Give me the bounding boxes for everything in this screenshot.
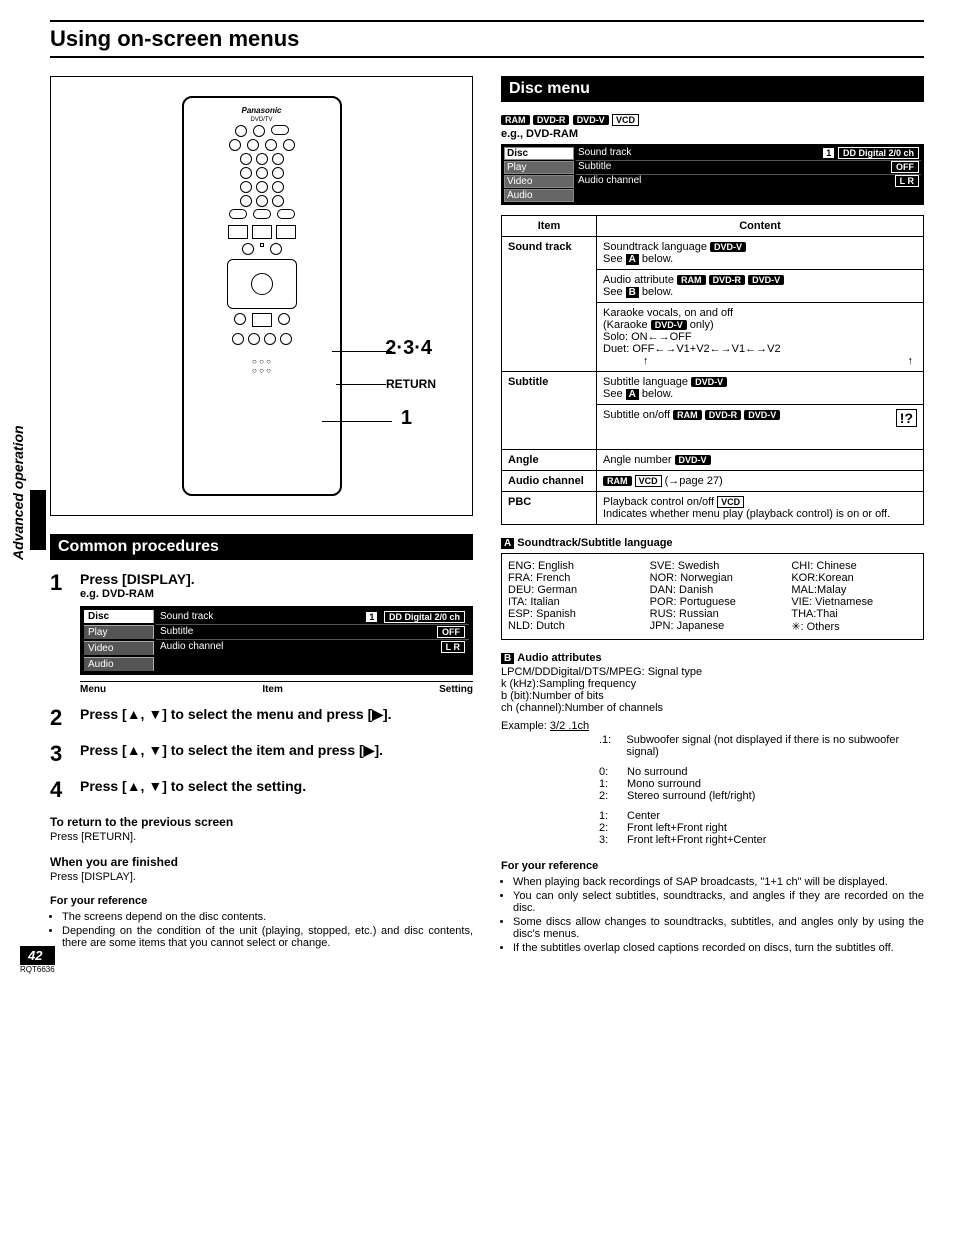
- callout-return: RETURN: [386, 377, 436, 391]
- finish-body: Press [DISPLAY].: [50, 871, 473, 883]
- page-title: Using on-screen menus: [50, 20, 924, 52]
- callout-234: 2·3·4: [385, 337, 432, 360]
- attr-head: B Audio attributes: [501, 652, 924, 664]
- question-icon: !?: [896, 409, 917, 427]
- return-body: Press [RETURN].: [50, 831, 473, 843]
- callout-1: 1: [401, 407, 412, 430]
- step-2-text: Press [▲, ▼] to select the menu and pres…: [80, 705, 392, 723]
- page-number: 42: [20, 946, 55, 965]
- disc-menu-heading: Disc menu: [501, 76, 924, 102]
- disc-content-table: ItemContent Sound track Soundtrack langu…: [501, 215, 924, 525]
- step-3-num: 3: [50, 741, 70, 767]
- step-1-num: 1: [50, 570, 70, 596]
- step-1-sub: e.g. DVD-RAM: [80, 588, 473, 600]
- ref-head-right: For your reference: [501, 860, 924, 872]
- step-4-num: 4: [50, 777, 70, 803]
- attr-list: LPCM/DDDigital/DTS/MPEG: Signal type k (…: [501, 666, 924, 714]
- example-block: Example: 3/2 .1ch .1:Subwoofer signal (n…: [501, 720, 924, 846]
- page-number-box: 42 RQT6636: [20, 946, 55, 974]
- ref-list-right: When playing back recordings of SAP broa…: [501, 876, 924, 954]
- step-1-text: Press [DISPLAY].: [80, 570, 473, 588]
- ref-list-left: The screens depend on the disc contents.…: [50, 911, 473, 949]
- common-procedures-heading: Common procedures: [50, 534, 473, 560]
- step-2-num: 2: [50, 705, 70, 731]
- lang-head: A Soundtrack/Subtitle language: [501, 537, 924, 549]
- rqt-code: RQT6636: [20, 965, 55, 974]
- osd-menu-preview: Disc Sound track 1 DD Digital 2/0 ch Sub…: [80, 606, 473, 675]
- disc-badges: RAM DVD-R DVD-V VCD: [501, 112, 924, 126]
- finish-head: When you are finished: [50, 855, 473, 869]
- disc-osd-preview: Disc Play Video Audio Sound track1 DD Di…: [501, 144, 924, 205]
- step-3-text: Press [▲, ▼] to select the item and pres…: [80, 741, 383, 759]
- title-rule: [50, 56, 924, 58]
- remote-diagram: Panasonic DVD/TV ○ ○ ○○ ○ ○ 2·3·4 RET: [50, 76, 473, 516]
- disc-eg: e.g., DVD-RAM: [501, 128, 924, 140]
- step-4-text: Press [▲, ▼] to select the setting.: [80, 777, 306, 795]
- osd-column-labels: Menu Item Setting: [80, 681, 473, 695]
- language-table: ENG: EnglishFRA: French DEU: GermanITA: …: [501, 553, 924, 640]
- return-head: To return to the previous screen: [50, 815, 473, 829]
- side-margin-block: [30, 490, 46, 550]
- ref-head-left: For your reference: [50, 895, 473, 907]
- side-section-label: Advanced operation: [10, 425, 26, 560]
- remote-outline: Panasonic DVD/TV ○ ○ ○○ ○ ○: [182, 96, 342, 496]
- remote-brand: Panasonic: [241, 106, 281, 115]
